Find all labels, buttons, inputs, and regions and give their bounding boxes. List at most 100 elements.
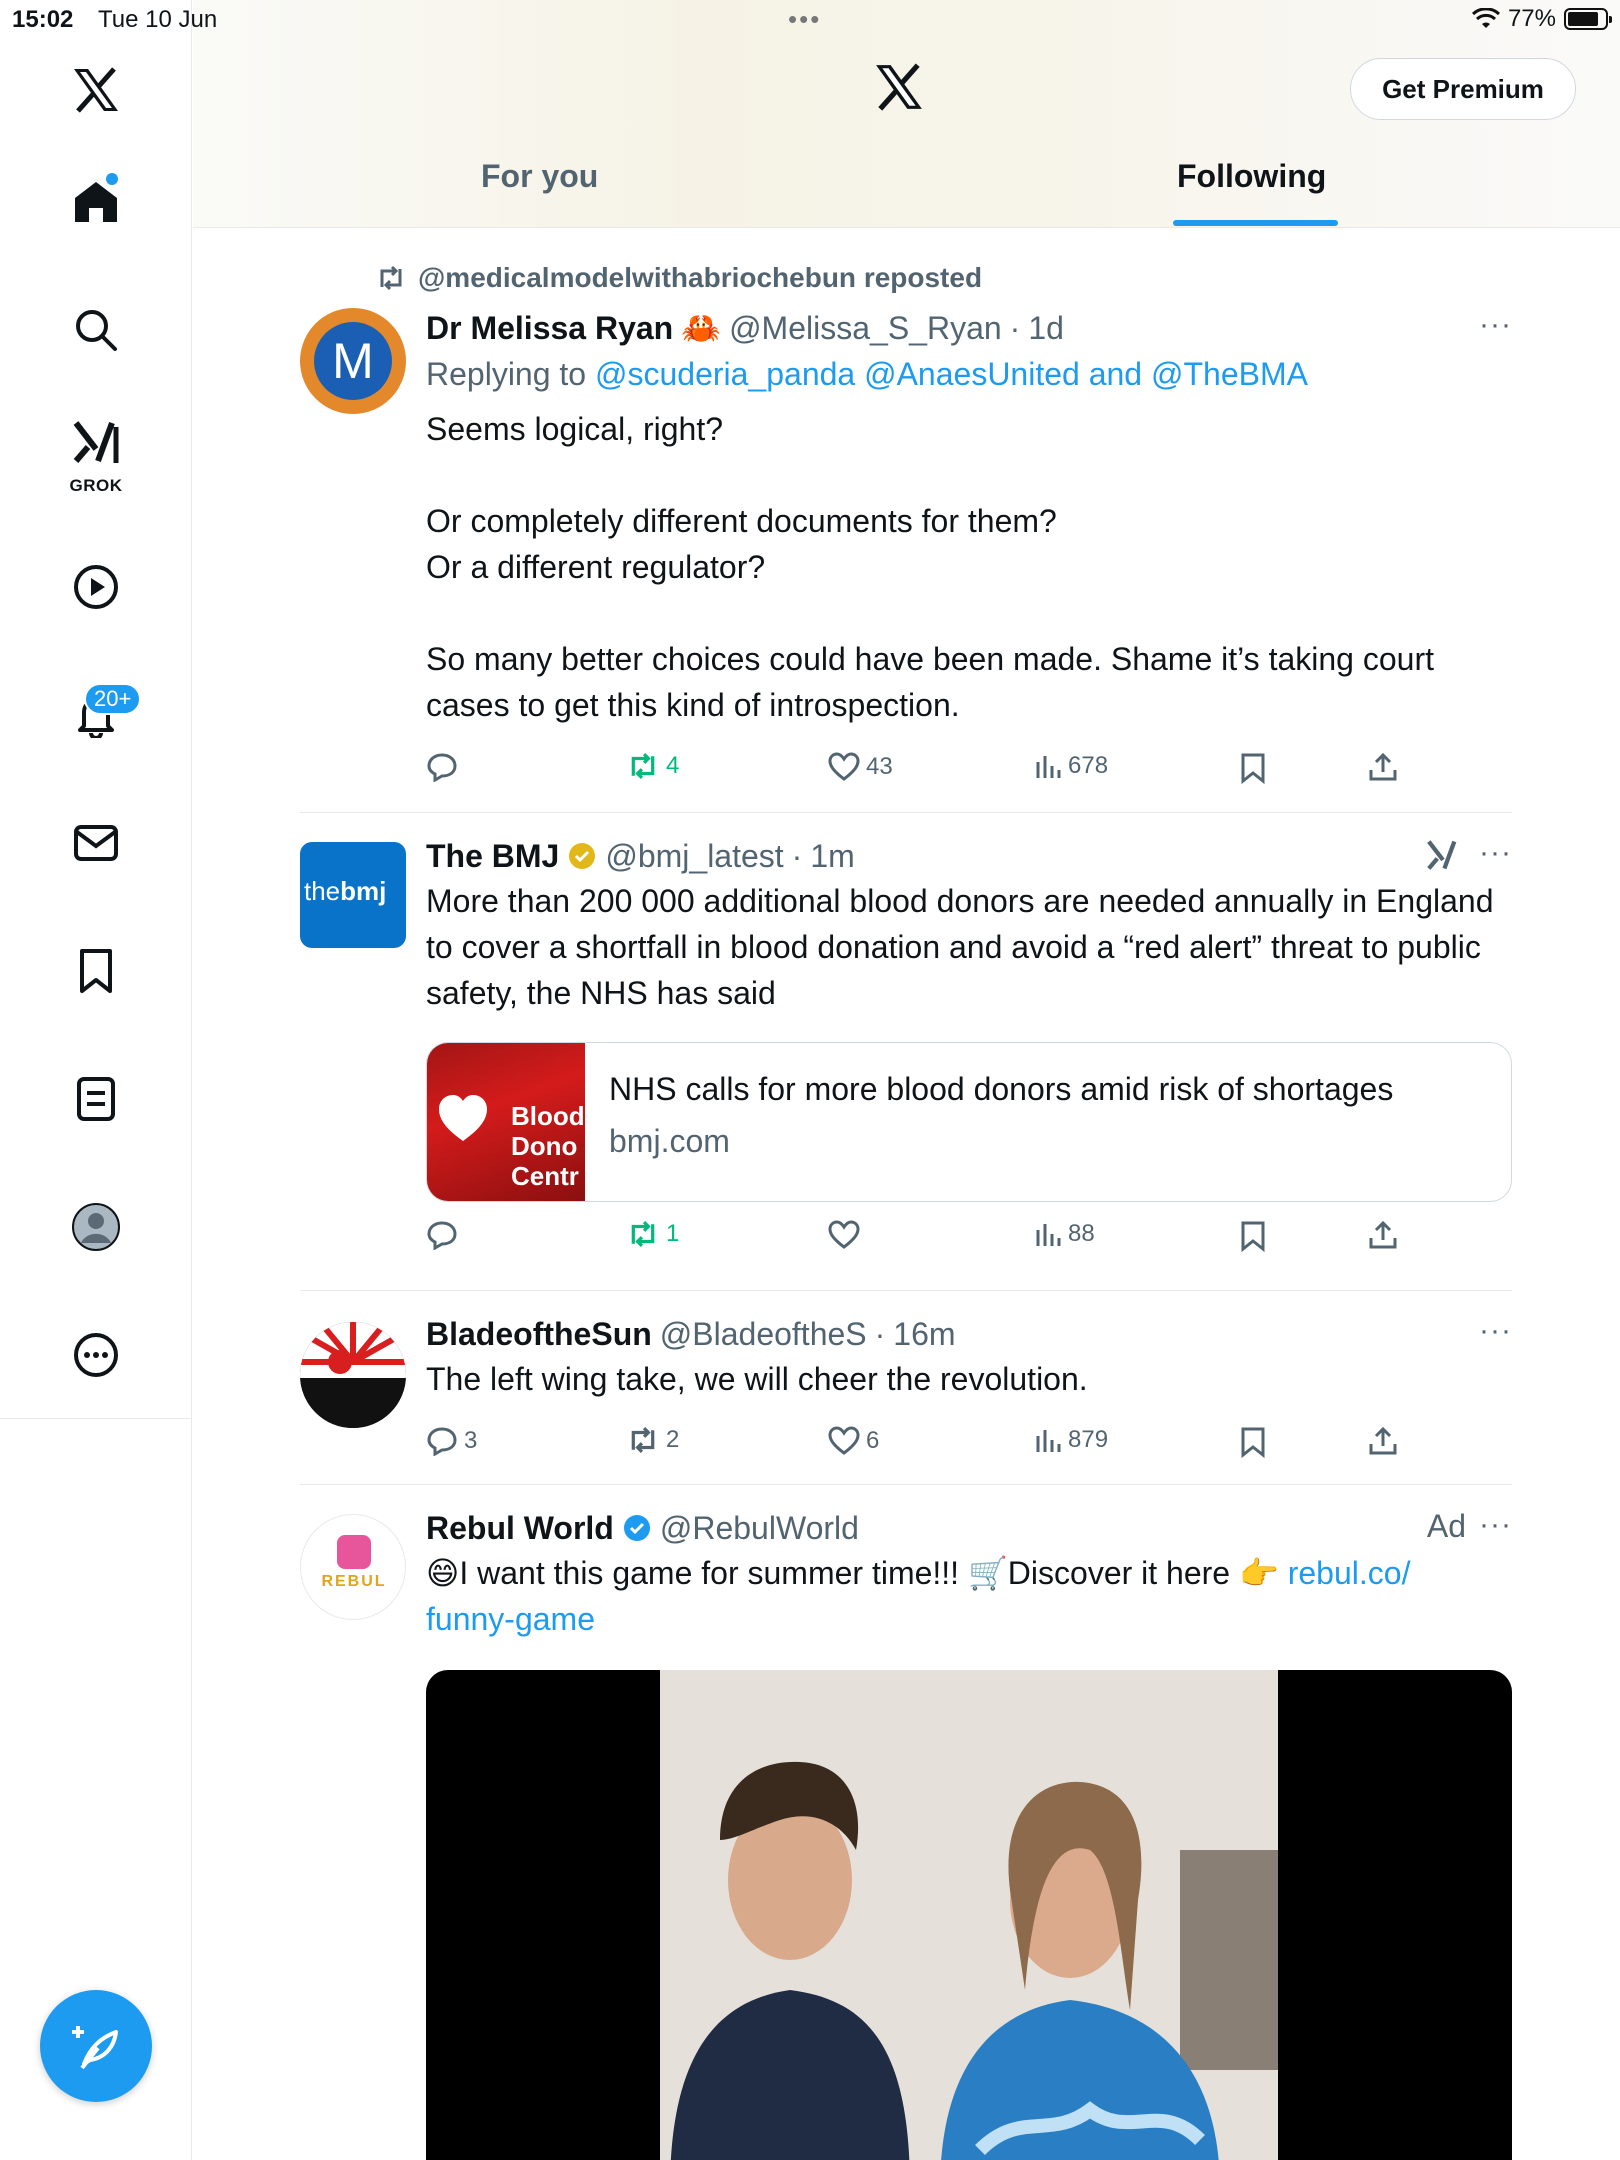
author-name[interactable]: BladeoftheSun — [426, 1316, 652, 1353]
x-logo-icon[interactable] — [56, 50, 136, 130]
reply-button[interactable] — [426, 1220, 458, 1250]
repost-button[interactable]: 4 — [626, 752, 679, 780]
compose-post-button[interactable] — [40, 1990, 152, 2102]
more-options-button[interactable]: ··· — [1479, 308, 1512, 342]
post-text: 😄I want this game for summer time!!! 🛒Di… — [426, 1550, 1512, 1642]
author-handle[interactable]: @BladeoftheS — [660, 1316, 867, 1353]
post-actions: 1 88 — [426, 1220, 1426, 1260]
battery-percent: 77% — [1507, 5, 1556, 32]
wifi-icon — [1471, 8, 1500, 28]
like-button[interactable]: 43 — [828, 752, 893, 782]
more-options-button[interactable]: ··· — [1479, 1508, 1512, 1542]
author-handle[interactable]: @bmj_latest — [605, 838, 783, 875]
avatar-text-the: the — [304, 876, 341, 906]
reply-button[interactable]: 3 — [426, 1426, 477, 1456]
tab-for-you[interactable]: For you — [481, 158, 598, 195]
bookmark-button[interactable] — [1240, 1426, 1266, 1458]
avatar[interactable]: M — [300, 308, 406, 414]
post-separator — [300, 812, 1512, 813]
views-button[interactable]: 879 — [1034, 1426, 1108, 1454]
post-time[interactable]: 1m — [810, 838, 854, 875]
bookmarks-icon[interactable] — [56, 931, 136, 1011]
author-name[interactable]: Rebul World — [426, 1510, 614, 1547]
share-button[interactable] — [1368, 1220, 1398, 1250]
multitasking-dots-icon[interactable]: ••• — [788, 4, 821, 35]
author-handle[interactable]: @RebulWorld — [660, 1510, 859, 1547]
post-time[interactable]: 1d — [1028, 310, 1064, 347]
post-link-b[interactable]: funny-game — [426, 1601, 595, 1637]
tweet[interactable]: BladeoftheSun @BladeoftheS · 16m ··· The… — [300, 1314, 1512, 1474]
views-button[interactable]: 88 — [1034, 1220, 1095, 1248]
more-options-button[interactable]: ··· — [1479, 1314, 1512, 1348]
like-count: 6 — [866, 1427, 880, 1454]
link-card-domain: bmj.com — [609, 1123, 730, 1159]
heart-drop-logo-icon — [433, 1079, 493, 1149]
promoted-tweet[interactable]: REBUL Rebul World @RebulWorld Ad ··· 😄I … — [300, 1508, 1512, 2160]
avatar-letter: M — [314, 322, 392, 400]
dot-separator: · — [1009, 309, 1021, 346]
like-button[interactable]: 6 — [828, 1426, 879, 1456]
home-unread-dot — [106, 173, 118, 185]
sidebar-divider — [0, 1418, 192, 1419]
share-button[interactable] — [1368, 1426, 1398, 1456]
grok-icon[interactable] — [56, 410, 136, 474]
video-play-icon[interactable] — [56, 547, 136, 627]
avatar[interactable]: thebmj — [300, 842, 406, 948]
repost-context: @medicalmodelwithabriochebun reposted — [376, 262, 982, 294]
bookmark-icon — [1241, 1427, 1265, 1458]
post-actions: 3 2 6 879 — [426, 1426, 1426, 1466]
get-premium-button[interactable]: Get Premium — [1350, 58, 1576, 120]
author-handle[interactable]: @Melissa_S_Ryan — [729, 310, 1002, 347]
home-icon[interactable] — [56, 162, 136, 242]
reply-icon — [427, 753, 457, 782]
post-link-a[interactable]: rebul.co/ — [1288, 1555, 1411, 1591]
repost-line: @medicalmodelwithabriochebun reposted — [418, 262, 983, 293]
search-icon[interactable] — [56, 290, 136, 370]
tweet[interactable]: @medicalmodelwithabriochebun reposted M … — [300, 258, 1512, 798]
post-text: Seems logical, right? Or completely diff… — [426, 411, 1434, 723]
author-name[interactable]: The BMJ — [426, 838, 559, 875]
messages-mail-icon[interactable] — [56, 803, 136, 883]
post-time[interactable]: 16m — [893, 1316, 955, 1353]
views-chart-icon — [1036, 756, 1061, 778]
share-icon — [1369, 752, 1397, 781]
profile-avatar-icon[interactable] — [56, 1187, 136, 1267]
video-frame — [660, 1670, 1278, 2160]
reply-icon — [427, 1427, 457, 1456]
repost-button[interactable]: 1 — [626, 1220, 679, 1248]
link-card-title: NHS calls for more blood donors amid ris… — [609, 1071, 1394, 1107]
reply-button[interactable] — [426, 752, 458, 782]
author-name[interactable]: Dr Melissa Ryan — [426, 310, 673, 347]
x-header-logo-icon[interactable] — [873, 62, 925, 117]
bookmark-button[interactable] — [1240, 752, 1266, 784]
like-button[interactable] — [828, 1220, 860, 1250]
more-options-icon[interactable] — [56, 1315, 136, 1395]
view-count: 88 — [1068, 1220, 1095, 1247]
name-emoji: 🦀 — [681, 310, 722, 346]
share-button[interactable] — [1368, 752, 1398, 782]
link-card-image: Blood Dono Centr — [427, 1043, 585, 1201]
post-text-prefix: 😄I want this game for summer time!!! 🛒Di… — [426, 1555, 1288, 1591]
avatar[interactable]: REBUL — [300, 1514, 406, 1620]
link-card[interactable]: Blood Dono Centr NHS calls for more bloo… — [426, 1042, 1512, 1202]
avatar[interactable] — [300, 1322, 406, 1428]
bookmark-button[interactable] — [1240, 1220, 1266, 1252]
post-separator — [300, 1290, 1512, 1291]
post-separator — [300, 1484, 1512, 1485]
grok-explain-icon[interactable] — [1426, 838, 1460, 877]
rising-sun-avatar-image — [300, 1322, 406, 1428]
video-player[interactable] — [426, 1670, 1512, 2160]
repost-button[interactable]: 2 — [626, 1426, 679, 1454]
lists-icon[interactable] — [56, 1059, 136, 1139]
share-icon — [1369, 1426, 1397, 1455]
more-options-button[interactable]: ··· — [1479, 836, 1512, 870]
reply-icon — [427, 1221, 457, 1250]
tweet[interactable]: thebmj The BMJ @bmj_latest · 1m ··· More… — [300, 836, 1512, 1276]
verified-gold-badge-icon — [569, 843, 596, 869]
tab-following[interactable]: Following — [1177, 158, 1326, 195]
views-button[interactable]: 678 — [1034, 752, 1108, 780]
repost-icon — [380, 265, 402, 291]
replying-to-users[interactable]: @scuderia_panda @AnaesUnited and @TheBMA — [595, 356, 1308, 392]
bookmark-icon — [1241, 1221, 1265, 1252]
repost-count: 1 — [666, 1220, 680, 1247]
